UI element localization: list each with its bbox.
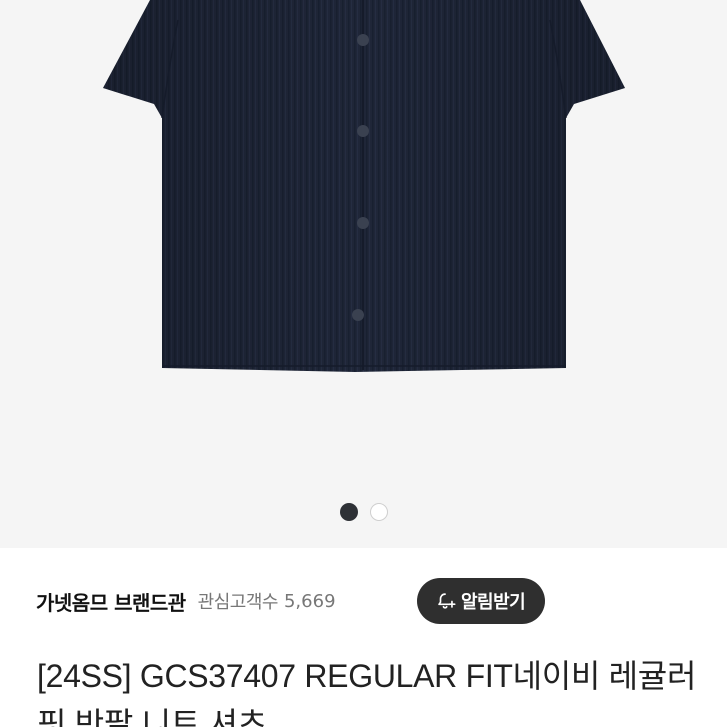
pager-dot-1[interactable] bbox=[339, 503, 358, 521]
follower-label: 관심고객수 bbox=[197, 592, 279, 613]
product-image[interactable] bbox=[0, 0, 727, 548]
shop-name[interactable]: 가넷옴므 브랜드관 bbox=[36, 587, 186, 616]
product-detail-page: 가넷옴므 브랜드관 관심고객수 5,669 알림받기 [24SS] GCS374… bbox=[0, 0, 727, 727]
alert-button-label: 알림받기 bbox=[461, 592, 526, 613]
product-image-gallery[interactable] bbox=[0, 0, 727, 548]
pager-dot-2[interactable] bbox=[369, 503, 388, 521]
product-title: [24SS] GCS37407 REGULAR FIT네이비 레귤러핏 반팔 니… bbox=[37, 658, 697, 727]
bell-plus-icon bbox=[438, 593, 456, 609]
follower-count: 5,669 bbox=[283, 590, 336, 612]
shop-info-row: 가넷옴므 브랜드관 관심고객수 5,669 알림받기 bbox=[36, 576, 696, 626]
image-pager bbox=[0, 502, 727, 522]
alert-subscribe-button[interactable]: 알림받기 bbox=[417, 578, 546, 624]
